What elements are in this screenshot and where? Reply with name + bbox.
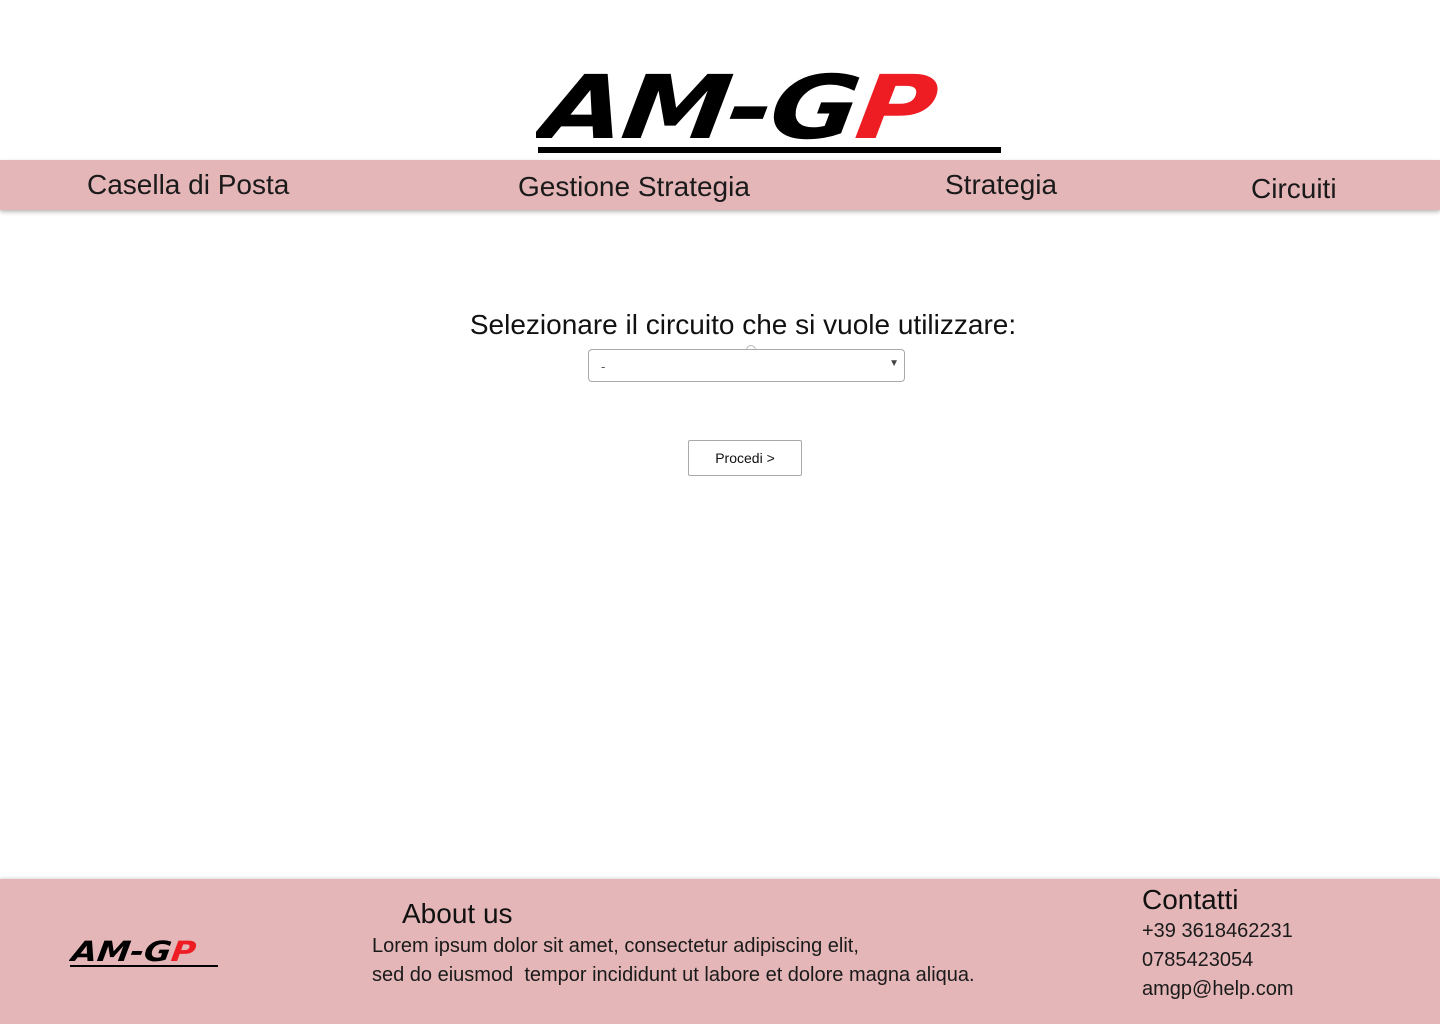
about-us-line: sed do eiusmod tempor incididunt ut labo… [372,964,975,986]
contacts-list: +39 3618462231 0785423054 amgp@help.com [1142,917,1293,1004]
footer-logo[interactable]: AM-G P [69,936,219,970]
svg-text:AM-GP: AM-G P [536,66,943,158]
about-us-line: Lorem ipsum dolor sit amet, consectetur … [372,935,859,957]
chevron-down-icon: ▼ [889,358,899,369]
about-us-text: Lorem ipsum dolor sit amet, consectetur … [372,932,975,990]
contact-phone-landline[interactable]: 0785423054 [1142,946,1293,975]
about-us-heading: About us [402,898,513,929]
contact-email[interactable]: amgp@help.com [1142,975,1293,1004]
amgp-logo-graphic: AM-G P [536,66,1001,158]
nav-item-casella-di-posta[interactable]: Casella di Posta [87,171,289,199]
svg-text:AM-GP: AM-G P [69,936,199,968]
page: AM-G P Casella di Posta Gestione Strategi… [0,0,1440,1024]
nav-item-strategia[interactable]: Strategia [945,171,1057,199]
contact-phone-mobile[interactable]: +39 3618462231 [1142,917,1293,946]
amgp-footer-logo-graphic: AM-G P [69,936,218,968]
contacts-heading: Contatti [1142,884,1239,915]
circuit-select[interactable]: - ▼ [588,349,905,382]
nav-item-circuiti[interactable]: Circuiti [1251,175,1337,203]
circuit-select-prompt: Selezionare il circuito che si vuole uti… [469,309,1017,340]
header-logo[interactable]: AM-G P [536,66,1004,158]
circuit-select-value: - [601,359,606,374]
footer: AM-G P About us Lorem ipsum dolor sit ame… [0,879,1440,1024]
main-navigation: Casella di Posta Gestione Strategia Stra… [0,160,1440,210]
proceed-button[interactable]: Procedi > [688,440,802,476]
nav-item-gestione-strategia[interactable]: Gestione Strategia [518,173,750,201]
